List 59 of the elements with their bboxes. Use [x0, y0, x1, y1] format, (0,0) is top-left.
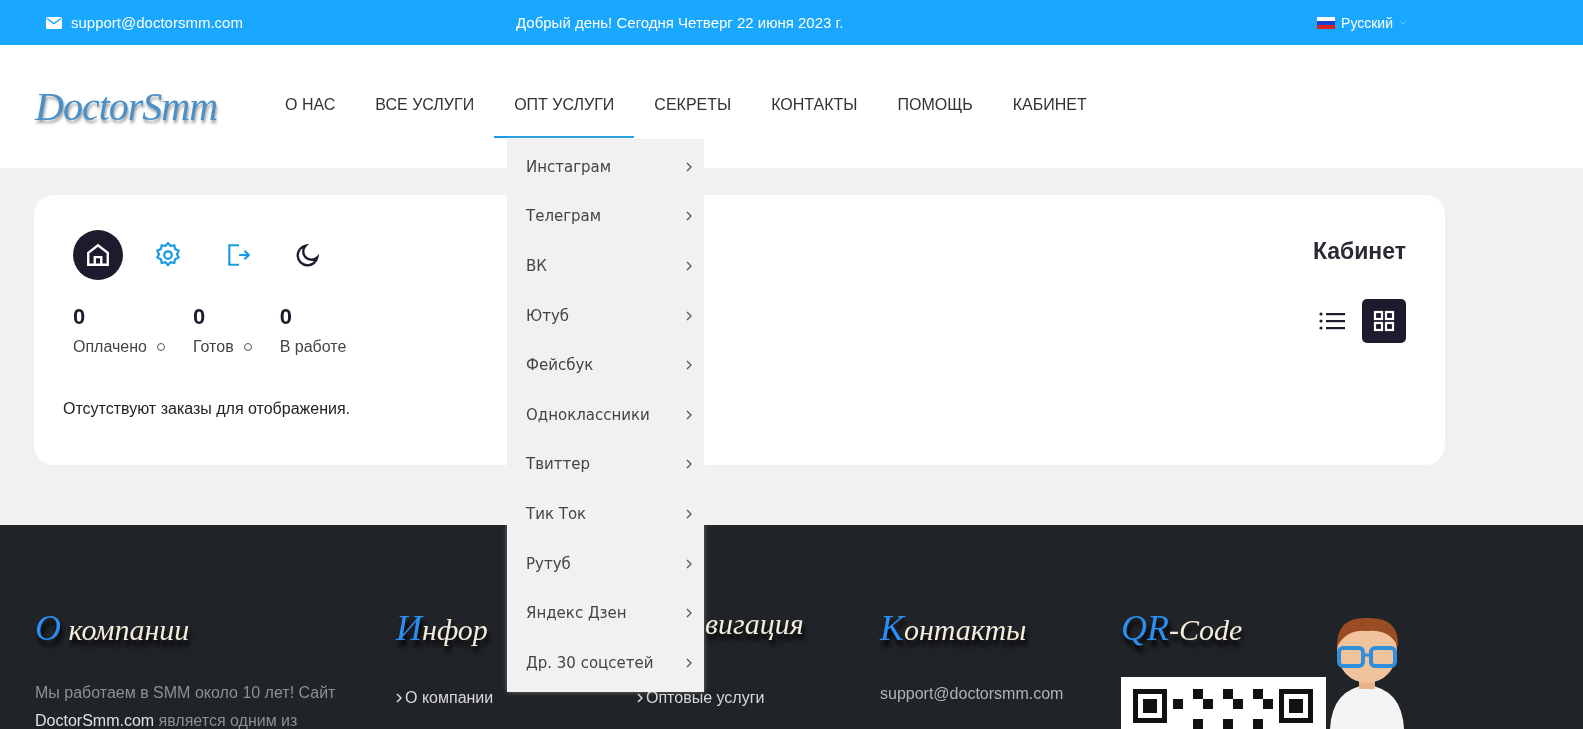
stat-label: Готов	[192, 338, 234, 356]
flag-icon	[1317, 16, 1336, 29]
dropdown-item[interactable]: Тик Ток	[507, 489, 704, 539]
grid-icon	[1373, 310, 1395, 332]
chevron-icon	[686, 360, 692, 371]
home-button[interactable]	[73, 230, 123, 280]
chevron-icon	[686, 161, 692, 172]
nav-link[interactable]: О НАС	[265, 74, 356, 138]
footer-link[interactable]: Оптовые услуги	[637, 689, 765, 707]
nav-link[interactable]: СЕКРЕТЫ	[634, 74, 752, 138]
chevron-icon	[686, 508, 692, 519]
nav-link[interactable]: ВСЕ УСЛУГИ	[355, 74, 495, 138]
dropdown-item[interactable]: Твиттер	[507, 439, 704, 490]
dropdown-item[interactable]: Телеграм	[507, 191, 704, 242]
list-icon	[1319, 311, 1345, 331]
chevron-icon	[686, 211, 692, 222]
chevron-icon	[637, 693, 643, 703]
site-link[interactable]: DoctorSmm.com	[35, 712, 155, 729]
dropdown-item[interactable]: Яндекс Дзен	[507, 588, 704, 638]
nav-link[interactable]: ПОМОЩЬ	[877, 74, 993, 138]
footer-heading: Инфор	[396, 607, 488, 647]
contact-email[interactable]: support@doctorsmm.com	[880, 685, 1064, 703]
home-icon	[85, 242, 111, 268]
stat-value: 0	[279, 304, 293, 330]
about-text: Мы работаем в SMM около 10 лет! Сайт DoctorSmm.com является одним из	[35, 683, 337, 729]
footer-heading: О компании	[35, 607, 190, 647]
stat-value: 0	[192, 304, 207, 330]
dropdown-item[interactable]: Ютуб	[507, 290, 704, 341]
footer-heading: вигация	[705, 607, 804, 642]
dropdown-item[interactable]: Одноклассники	[507, 389, 704, 440]
greeting-text: Добрый день! Сегодня Четверг 22 июня 2023 г.	[516, 14, 845, 31]
dropdown-item[interactable]: Инстаграм	[507, 142, 704, 192]
footer-heading: Контакты	[880, 607, 1027, 647]
dropdown-item[interactable]: ВК	[507, 241, 704, 291]
cabinet-title: Кабинет	[1312, 238, 1406, 265]
nav-link[interactable]: КАБИНЕТ	[992, 74, 1107, 138]
chevron-icon	[686, 657, 692, 668]
stat-label: В работе	[279, 338, 347, 356]
chevron-icon	[686, 459, 692, 470]
chevron-icon	[686, 558, 692, 569]
chevron-icon	[396, 693, 402, 703]
nav-link[interactable]: КОНТАКТЫ	[751, 74, 878, 138]
chevron-icon	[686, 608, 692, 619]
dropdown-item[interactable]: Рутуб	[507, 538, 704, 589]
chevron-icon	[686, 310, 692, 321]
footer-heading: QR-Code	[1121, 607, 1243, 647]
empty-message: Отсутствуют заказы для отображения.	[63, 400, 351, 418]
chevron-icon	[686, 261, 692, 271]
dropdown-item[interactable]: Фейсбук	[507, 340, 704, 390]
mail-icon	[46, 16, 62, 29]
caret-icon	[1399, 19, 1407, 26]
stat-label: Оплачено	[73, 338, 147, 356]
footer-link[interactable]: О компании	[396, 689, 494, 707]
grid-view-button[interactable]	[1362, 299, 1406, 343]
moon-icon	[294, 241, 322, 269]
chevron-icon	[686, 409, 692, 420]
stat-value: 0	[73, 304, 87, 330]
logout-icon	[225, 242, 251, 268]
dropdown-item[interactable]: Др. 30 соцсетей	[507, 637, 704, 688]
